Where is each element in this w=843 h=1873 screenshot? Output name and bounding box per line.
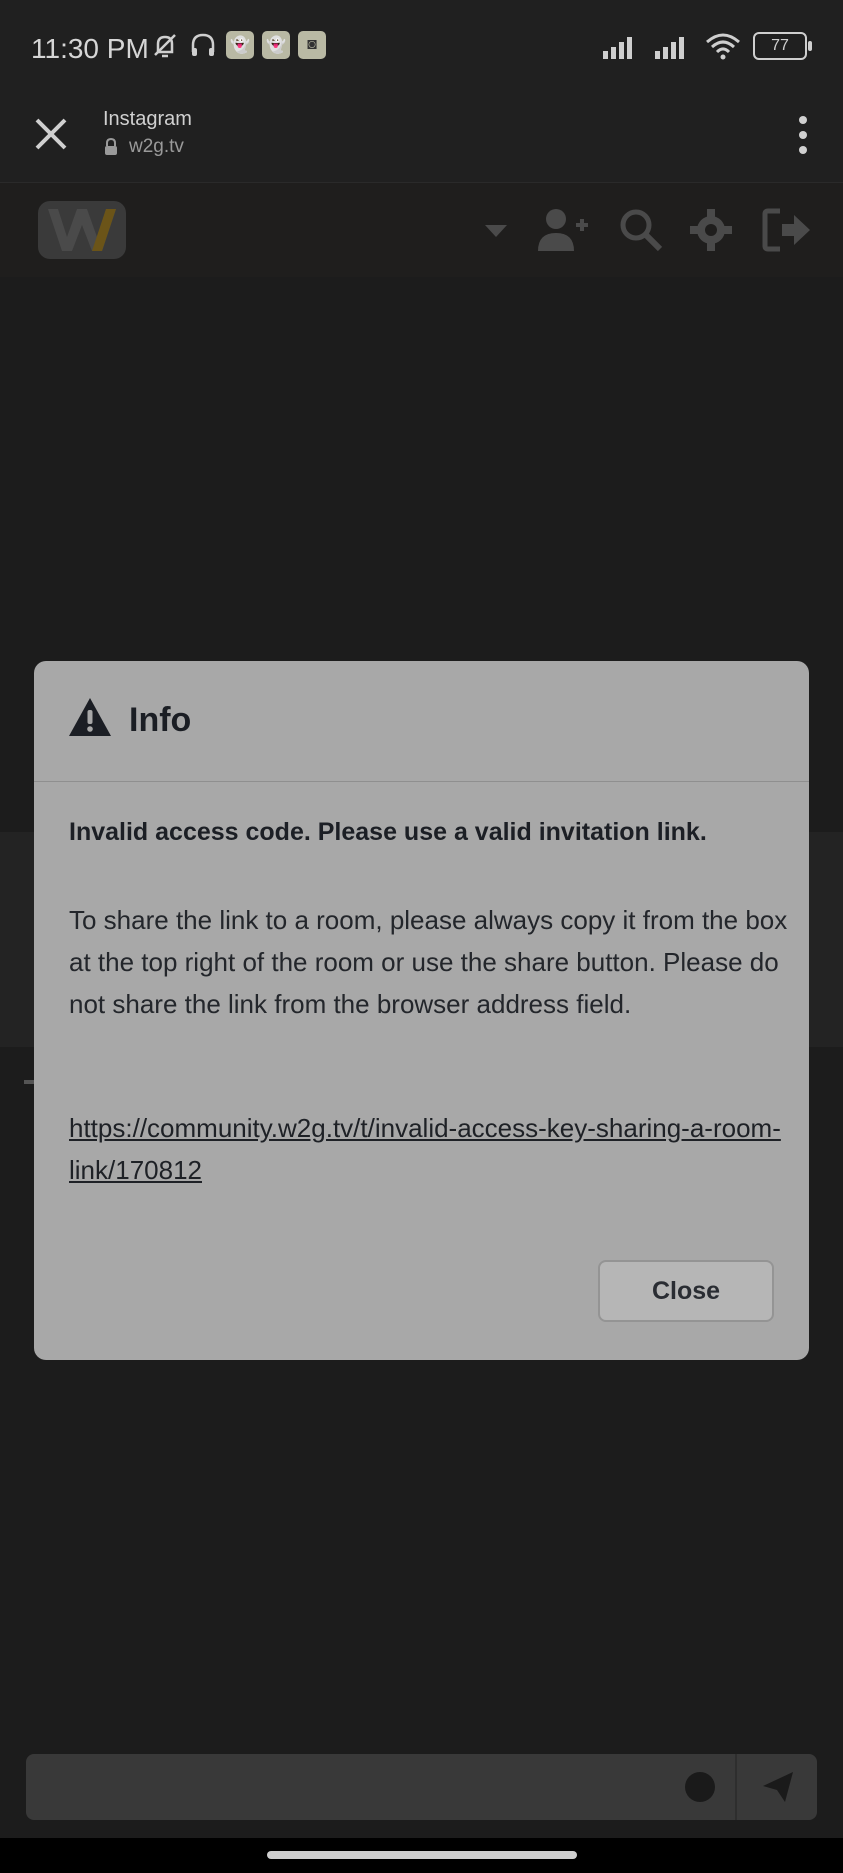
help-link[interactable]: https://community.w2g.tv/t/invalid-acces… (69, 1107, 789, 1191)
modal-header: Info (34, 661, 809, 782)
emoji-icon[interactable] (685, 1772, 715, 1802)
modal-body-text: To share the link to a room, please alwa… (69, 905, 788, 1019)
modal-title: Info (129, 701, 192, 739)
snapchat-icon: 👻 (226, 31, 254, 59)
error-message: Invalid access code. Please use a valid … (69, 818, 707, 846)
w2g-logo (38, 201, 126, 259)
battery-level: 77 (771, 37, 789, 54)
user-plus-icon[interactable] (536, 207, 590, 253)
chat-input-bar[interactable] (26, 1754, 817, 1820)
gear-icon[interactable] (688, 207, 734, 253)
signal-icon (603, 37, 632, 59)
caret-down-icon[interactable] (483, 221, 509, 241)
close-button[interactable]: Close (598, 1260, 774, 1322)
lock-icon (105, 138, 117, 155)
close-icon[interactable] (31, 114, 71, 154)
wifi-icon (706, 33, 740, 60)
snapchat-icon: 👻 (262, 31, 290, 59)
status-time: 11:30 PM (31, 33, 149, 64)
in-app-browser-bar: Instagram w2g.tv (0, 100, 843, 183)
chat-divider (735, 1754, 737, 1820)
battery-indicator: 77 (753, 32, 812, 60)
browser-title: Instagram (103, 108, 192, 130)
home-indicator[interactable] (267, 1851, 577, 1859)
warning-triangle-icon (69, 698, 111, 736)
search-icon[interactable] (618, 207, 664, 253)
headphones-icon (191, 33, 215, 56)
status-bar: 11:30 PM 👻 👻 ◙ 77 (0, 0, 843, 100)
instagram-icon: ◙ (298, 31, 326, 59)
sign-out-icon[interactable] (762, 207, 812, 253)
send-icon[interactable] (761, 1770, 795, 1804)
info-modal: Info Invalid access code. Please use a v… (34, 661, 809, 1360)
bell-off-icon (154, 34, 176, 58)
browser-url: w2g.tv (129, 136, 184, 157)
kebab-menu-icon[interactable] (793, 114, 813, 156)
app-toolbar (0, 183, 843, 277)
signal-icon (655, 37, 684, 59)
status-system-icons: 77 (601, 32, 812, 60)
status-notification-icons: 👻 👻 ◙ (150, 30, 326, 60)
